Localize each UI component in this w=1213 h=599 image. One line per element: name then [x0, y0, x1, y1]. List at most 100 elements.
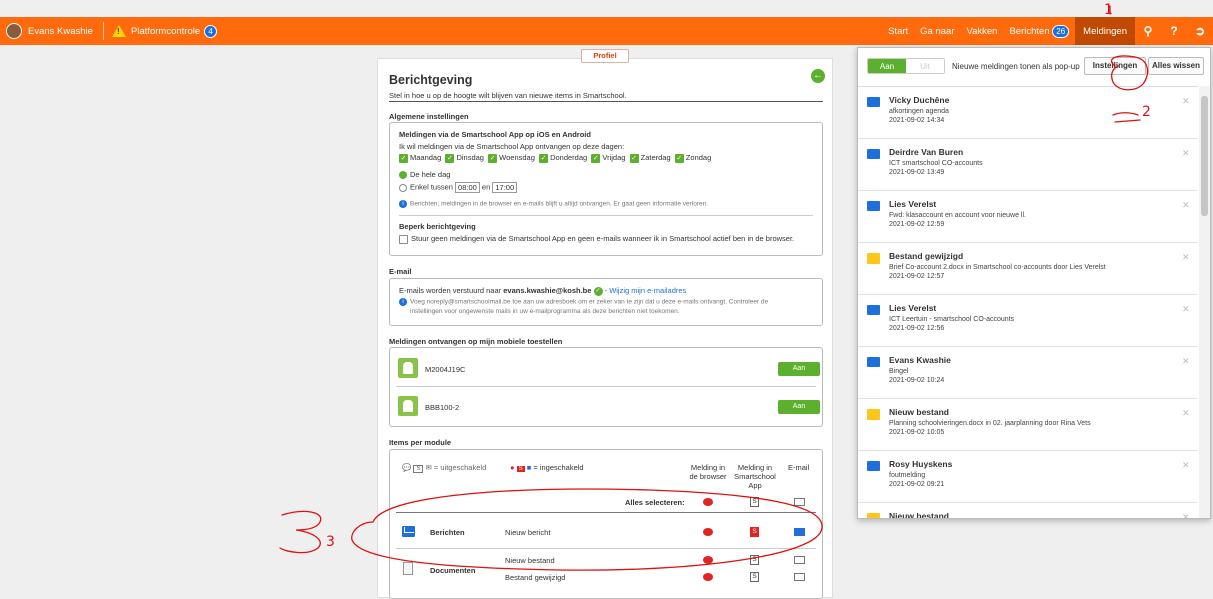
divider — [396, 512, 816, 513]
nav-vakken[interactable]: Vakken — [966, 26, 997, 37]
nav-start[interactable]: Start — [888, 26, 908, 37]
radio-unselected-icon — [399, 183, 407, 192]
device-name: M2004J19C — [425, 365, 466, 374]
email-info-2: instellingen voor ongewenste mails in uw… — [410, 308, 680, 315]
notification-item[interactable]: Rosy Huyskens foutmelding 2021-09-02 09:21… — [858, 451, 1198, 503]
notification-subtitle: foutmelding — [889, 472, 926, 479]
user-avatar[interactable] — [6, 23, 22, 39]
search-icon[interactable]: ⚲ — [1135, 24, 1161, 38]
module-item: Nieuw bestand — [505, 556, 555, 565]
close-icon[interactable]: ✕ — [1182, 356, 1190, 367]
day-vrijdag[interactable]: ✓ Vrijdag — [591, 153, 625, 163]
toggle-on[interactable]: Aan — [868, 59, 906, 73]
day-label: Donderdag — [550, 153, 588, 162]
time-to-input[interactable]: 17:00 — [492, 182, 518, 193]
notification-item[interactable]: Nieuw bestandbewaking 2021-2022.doc in b… — [858, 503, 1198, 518]
notification-item[interactable]: Vicky Duchêne afkortingen agenda 2021-09-0… — [858, 87, 1198, 139]
folder-icon — [867, 513, 880, 518]
notification-title: Deirdre Van Buren — [889, 147, 964, 157]
notification-subtitle: ICT Leertuin - smartschool CO-accounts — [889, 316, 1015, 323]
scrollbar[interactable] — [1199, 86, 1210, 518]
time-from-input[interactable]: 08:00 — [455, 182, 480, 193]
close-icon[interactable]: ✕ — [1182, 304, 1190, 315]
notification-title: Rosy Huyskens — [889, 459, 953, 469]
limit-checkbox[interactable]: Stuur geen meldingen via de Smartschool … — [399, 234, 794, 244]
platform-control-link[interactable]: Platformcontrole — [131, 26, 200, 37]
notification-date: 2021-09-02 12:57 — [889, 273, 945, 280]
top-bar: Evans Kwashie ! Platformcontrole 4 Start… — [0, 17, 1213, 45]
notification-item[interactable]: Evans Kwashie Bingel 2021-09-02 10:24 ✕ — [858, 347, 1198, 399]
day-zaterdag[interactable]: ✓ Zaterdag — [629, 153, 671, 163]
scroll-thumb[interactable] — [1201, 96, 1208, 216]
app-toggle-icon[interactable]: S — [750, 527, 759, 537]
day-woensdag[interactable]: ✓ Woensdag — [488, 153, 535, 163]
close-icon[interactable]: ✕ — [1182, 148, 1190, 159]
envelope-icon — [867, 149, 880, 159]
nav-berichten[interactable]: Berichten 26 — [1009, 24, 1070, 38]
radio-all-day[interactable]: De hele dag — [399, 170, 451, 180]
browser-select-all-icon[interactable] — [703, 498, 713, 506]
toggle-off[interactable]: Uit — [906, 59, 944, 73]
change-email-link[interactable]: - Wijzig mijn e-mailadres — [605, 286, 687, 295]
col-app: Melding in Smartschool App — [734, 463, 776, 490]
close-icon[interactable]: ✕ — [1182, 460, 1190, 471]
berichten-count-badge: 26 — [1052, 24, 1070, 38]
device-toggle-button[interactable]: Aan — [778, 362, 820, 376]
folder-icon — [867, 409, 880, 420]
android-icon — [398, 396, 418, 416]
close-icon[interactable]: ✕ — [1182, 408, 1190, 419]
profile-tab[interactable]: Profiel — [581, 49, 629, 63]
checkbox-checked-icon: ✓ — [399, 153, 408, 163]
browser-toggle-icon[interactable] — [703, 573, 713, 581]
notification-item[interactable]: Lies Verelst ICT Leertuin - smartschool C… — [858, 295, 1198, 347]
device-toggle-button[interactable]: Aan — [778, 400, 820, 414]
radio-between[interactable]: Enkel tussen 08:00 en 17:00 — [399, 182, 518, 193]
mail-toggle-icon[interactable] — [794, 528, 805, 536]
notification-title: Nieuw bestand — [889, 407, 949, 417]
mail-toggle-icon[interactable] — [794, 556, 805, 564]
close-icon[interactable]: ✕ — [1182, 200, 1190, 211]
help-icon[interactable]: ? — [1161, 24, 1187, 38]
notification-title: Lies Verelst — [889, 199, 937, 209]
browser-toggle-icon[interactable] — [703, 528, 713, 536]
close-icon[interactable]: ✕ — [1182, 512, 1190, 518]
general-info: i Berichten, meldingen in de browser en e… — [399, 200, 708, 208]
divider — [389, 101, 823, 102]
close-icon[interactable]: ✕ — [1182, 96, 1190, 107]
notification-date: 2021-09-02 10:05 — [889, 429, 945, 436]
user-name[interactable]: Evans Kwashie — [28, 26, 93, 37]
nav-meldingen[interactable]: Meldingen — [1075, 17, 1135, 45]
day-label: Zaterdag — [640, 153, 671, 162]
email-sent-to: E-mails worden verstuurd naar — [399, 286, 502, 295]
nav-ga-naar[interactable]: Ga naar — [920, 26, 954, 37]
clear-all-button[interactable]: Alles wissen — [1148, 57, 1204, 75]
radio-label: De hele dag — [410, 170, 451, 179]
day-donderdag[interactable]: ✓ Donderdag — [539, 153, 588, 163]
day-dinsdag[interactable]: ✓ Dinsdag — [445, 153, 484, 163]
notification-item[interactable]: Lies Verelst Fwd: klasaccount en account … — [858, 191, 1198, 243]
devices-box: M2004J19C Aan BBB100-2 Aan — [389, 347, 823, 427]
notification-date: 2021-09-02 12:59 — [889, 221, 945, 228]
checkbox-unchecked-icon — [399, 234, 408, 244]
info-icon: i — [399, 298, 407, 306]
logout-icon[interactable]: ➲ — [1187, 24, 1213, 38]
notification-item[interactable]: Nieuw bestand Planning schoolvieringen.do… — [858, 399, 1198, 451]
app-select-all-icon[interactable]: S — [750, 497, 759, 507]
day-zondag[interactable]: ✓ Zondag — [674, 153, 711, 163]
notification-item[interactable]: Deirdre Van Buren ICT smartschool CO-acco… — [858, 139, 1198, 191]
app-toggle-icon[interactable]: S — [750, 572, 759, 582]
mail-toggle-icon[interactable] — [794, 573, 805, 581]
app-toggle-icon[interactable]: S — [750, 555, 759, 565]
envelope-icon — [867, 97, 880, 107]
notifications-toolbar: Aan Uit Nieuwe meldingen tonen als pop-u… — [858, 48, 1210, 86]
settings-button[interactable]: Instellingen — [1084, 57, 1146, 75]
back-arrow-icon[interactable]: ← — [811, 69, 825, 83]
browser-toggle-icon[interactable] — [703, 556, 713, 564]
popup-toggle[interactable]: Aan Uit — [867, 58, 945, 74]
mail-select-all-icon[interactable] — [794, 498, 805, 506]
module-item: Bestand gewijzigd — [505, 573, 566, 582]
day-maandag[interactable]: ✓ Maandag — [399, 153, 441, 163]
notification-item[interactable]: Bestand gewijzigd Brief Co-account 2.docx… — [858, 243, 1198, 295]
email-line: E-mails worden verstuurd naar evans.kwas… — [399, 286, 686, 296]
close-icon[interactable]: ✕ — [1182, 252, 1190, 263]
